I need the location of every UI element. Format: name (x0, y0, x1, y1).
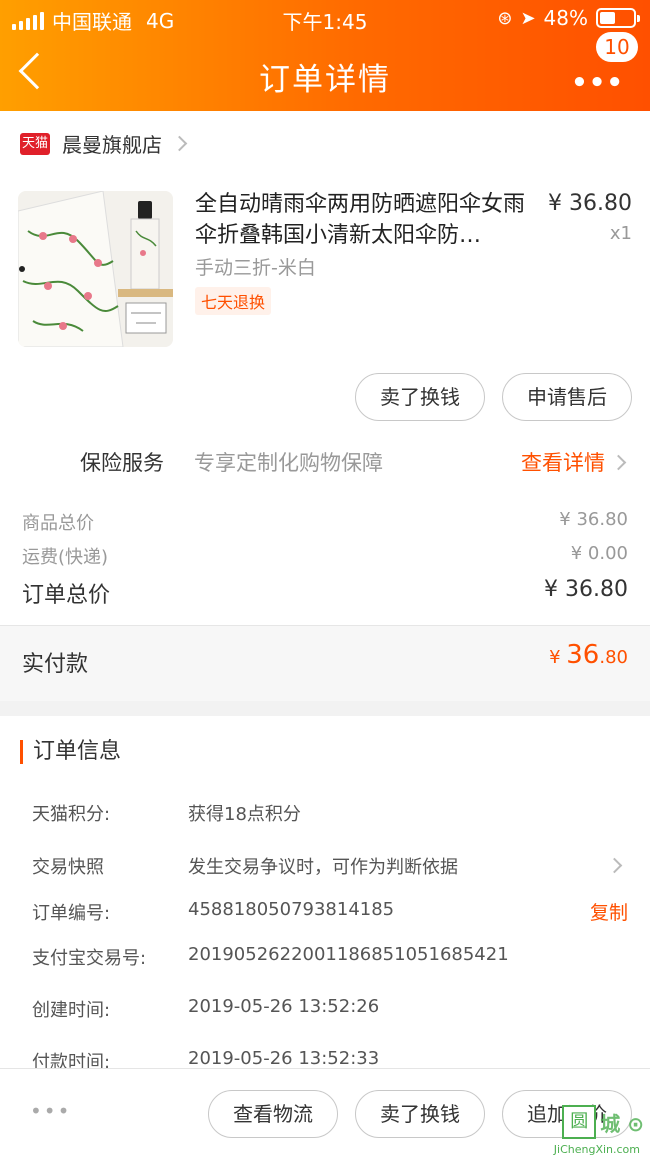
watermark-logo: 圆 城 ⊙ (562, 1105, 644, 1139)
points-value: 获得18点积分 (188, 804, 301, 825)
shipping-value: ¥ 0.00 (570, 543, 628, 564)
product-title[interactable]: 全自动晴雨伞两用防晒遮阳伞女雨伞折叠韩国小清新太阳伞防… (195, 189, 525, 251)
header: 中国联通 4G 下午1:45 ⊛ ➤ 48% 订单详情 ••• 10 (0, 0, 650, 111)
product-image[interactable] (18, 191, 173, 347)
goods-total-row: 商品总价 ¥ 36.80 (22, 509, 628, 535)
alipay-trade-value: 2019052622001186851051685421 (188, 944, 509, 965)
tmall-logo-icon: 天猫 (20, 132, 50, 155)
apply-after-sale-button[interactable]: 申请售后 (502, 373, 632, 421)
goods-total-value: ¥ 36.80 (559, 509, 628, 530)
rotation-lock-icon: ⊛ (497, 7, 513, 29)
status-bar: 中国联通 4G 下午1:45 ⊛ ➤ 48% (0, 0, 650, 36)
more-menu-button[interactable]: ••• 10 (571, 32, 638, 104)
battery-percent: 48% (543, 6, 588, 30)
product-sku: 手动三折-米白 (195, 257, 316, 279)
chevron-right-icon (610, 454, 627, 470)
goods-total-label: 商品总价 (22, 513, 94, 534)
paid-amount-row: 实付款 ¥ 36.80 (0, 625, 650, 701)
paid-decimal: .80 (599, 647, 628, 668)
location-icon: ➤ (520, 7, 536, 29)
order-number-label: 订单编号: (32, 903, 111, 924)
order-total-label: 订单总价 (22, 583, 111, 608)
shipping-row: 运费(快递) ¥ 0.00 (22, 543, 628, 569)
insurance-details-link[interactable]: 查看详情 (521, 447, 627, 477)
insurance-description: 专享定制化购物保障 (194, 451, 383, 475)
insurance-label: 保险服务 (80, 451, 164, 475)
order-info-title: 订单信息 (20, 740, 121, 764)
battery-icon (596, 8, 640, 28)
paid-amount: ¥ 36.80 (549, 640, 628, 670)
product-price: ¥ 36.80 (548, 191, 632, 216)
shop-row[interactable]: 天猫 晨曼旗舰店 (20, 129, 188, 158)
paid-label: 实付款 (22, 652, 89, 677)
paid-currency: ¥ (549, 647, 567, 668)
created-time-value: 2019-05-26 13:52:26 (188, 996, 380, 1017)
umbrella-illustration (18, 191, 173, 347)
snapshot-label[interactable]: 交易快照 (32, 853, 104, 879)
paid-time-value: 2019-05-26 13:52:33 (188, 1048, 380, 1069)
watermark-text: 城 ⊙ (600, 1111, 644, 1136)
nav-bar: 订单详情 ••• 10 (0, 32, 650, 104)
shop-name: 晨曼旗舰店 (62, 133, 162, 157)
insurance-link-label: 查看详情 (521, 451, 605, 475)
bottom-action-bar: ••• 查看物流 卖了换钱 追加评价 圆 城 ⊙ JiChengXin.com (0, 1068, 650, 1156)
product-quantity: x1 (609, 223, 632, 244)
return-policy-badge: 七天退换 (195, 287, 272, 315)
chevron-right-icon[interactable] (606, 857, 623, 874)
order-product-card: 天猫 晨曼旗舰店 全自动晴雨伞两用防晒遮阳伞女雨伞折叠韩国小清新太阳伞防… ¥ … (0, 111, 650, 701)
view-logistics-button[interactable]: 查看物流 (208, 1090, 338, 1138)
alipay-trade-label: 支付宝交易号: (32, 948, 147, 969)
shipping-label: 运费(快递) (22, 547, 109, 568)
order-number-value: 458818050793814185 (188, 899, 395, 920)
watermark-icon: 圆 (562, 1105, 597, 1139)
message-badge: 10 (596, 32, 638, 62)
chevron-right-icon (171, 135, 188, 152)
order-total-row: 订单总价 ¥ 36.80 (22, 577, 628, 609)
watermark-url: JiChengXin.com (553, 1143, 640, 1156)
more-icon: ••• (571, 68, 624, 98)
sell-for-cash-button[interactable]: 卖了换钱 (355, 373, 485, 421)
points-label: 天猫积分: (32, 804, 111, 825)
paid-integer: 36 (566, 640, 600, 670)
created-time-label: 创建时间: (32, 1000, 111, 1021)
snapshot-value[interactable]: 发生交易争议时，可作为判断依据 (188, 853, 458, 879)
sell-for-cash-bottom-button[interactable]: 卖了换钱 (355, 1090, 485, 1138)
copy-order-number-button[interactable]: 复制 (590, 898, 628, 925)
order-info-card: 订单信息 天猫积分: 获得18点积分 交易快照 发生交易争议时，可作为判断依据 … (0, 716, 650, 1076)
order-total-value: ¥ 36.80 (544, 577, 628, 602)
more-actions-icon[interactable]: ••• (30, 1099, 71, 1123)
page-title: 订单详情 (259, 62, 391, 98)
